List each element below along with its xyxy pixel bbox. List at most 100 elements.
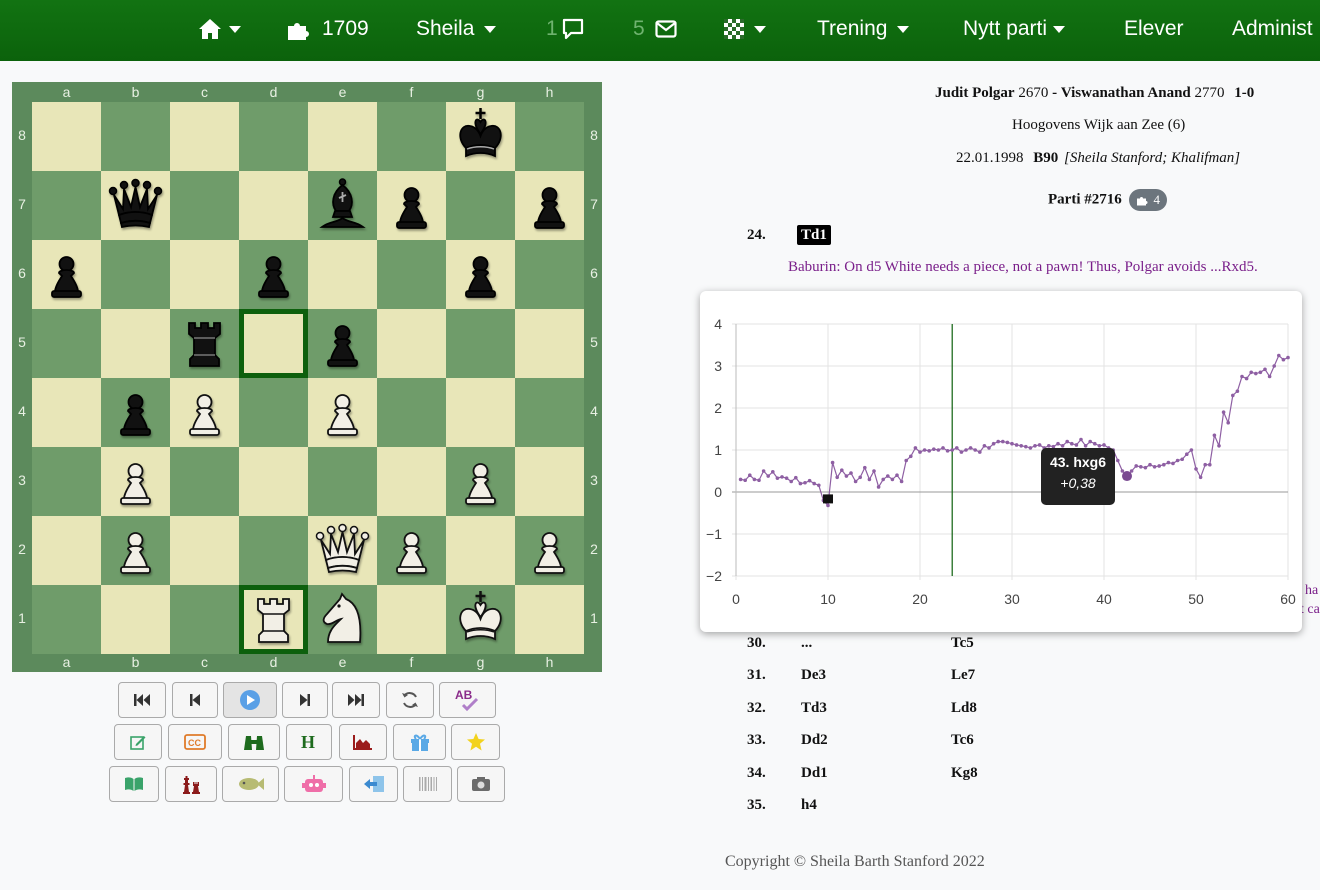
white-move[interactable]: h4 — [801, 797, 817, 814]
white-move[interactable]: Dd2 — [801, 732, 828, 749]
bot-button[interactable] — [284, 766, 343, 802]
screenshot-button[interactable] — [457, 766, 505, 802]
square-a7[interactable] — [32, 171, 101, 240]
square-a1[interactable] — [32, 585, 101, 654]
square-e8[interactable] — [308, 102, 377, 171]
play-button[interactable] — [223, 682, 277, 718]
black-move[interactable]: Tc5 — [951, 635, 974, 652]
new-game-menu[interactable]: Nytt parti — [963, 0, 1066, 58]
black-pawn-icon[interactable] — [32, 240, 101, 309]
import-button[interactable] — [349, 766, 398, 802]
square-a5[interactable] — [32, 309, 101, 378]
black-player[interactable]: Viswanathan Anand — [1061, 85, 1191, 101]
white-pawn-icon[interactable] — [446, 447, 515, 516]
square-f5[interactable] — [377, 309, 446, 378]
captions-button[interactable]: CC — [168, 724, 222, 760]
analyze-button[interactable] — [228, 724, 280, 760]
square-b6[interactable] — [101, 240, 170, 309]
flip-board-button[interactable] — [386, 682, 434, 718]
admin-link[interactable]: Administ — [1232, 0, 1313, 58]
white-pawn-icon[interactable] — [101, 447, 170, 516]
black-move[interactable]: Le7 — [951, 667, 975, 684]
mail-link[interactable]: 5 — [633, 0, 677, 58]
square-e6[interactable] — [308, 240, 377, 309]
square-f6[interactable] — [377, 240, 446, 309]
square-d8[interactable] — [239, 102, 308, 171]
spellcheck-button[interactable]: AB — [439, 682, 496, 718]
white-pawn-icon[interactable] — [515, 516, 584, 585]
black-pawn-icon[interactable] — [101, 378, 170, 447]
square-h1[interactable] — [515, 585, 584, 654]
square-g5[interactable] — [446, 309, 515, 378]
white-move[interactable]: ... — [801, 635, 812, 652]
square-c6[interactable] — [170, 240, 239, 309]
black-queen-icon[interactable] — [101, 171, 170, 240]
engine-button[interactable] — [222, 766, 279, 802]
puzzle-badge[interactable]: 4 — [1129, 189, 1167, 211]
square-h6[interactable] — [515, 240, 584, 309]
pieces-button[interactable] — [165, 766, 217, 802]
square-e3[interactable] — [308, 447, 377, 516]
evaluation-chart[interactable]: 0 10 20 30 40 50 6043210−1−2 — [700, 291, 1302, 632]
evaluation-chart-panel[interactable]: 0 10 20 30 40 50 60 4 3 2 1 0 −1 −2 43. hxg6 +0,38 — [700, 291, 1302, 632]
chess-board[interactable] — [32, 102, 584, 654]
black-rook-icon[interactable] — [170, 309, 239, 378]
barcode-button[interactable] — [403, 766, 452, 802]
black-move[interactable]: Ld8 — [951, 700, 977, 717]
square-f1[interactable] — [377, 585, 446, 654]
white-knight-icon[interactable] — [308, 585, 377, 654]
square-a2[interactable] — [32, 516, 101, 585]
black-pawn-icon[interactable] — [308, 309, 377, 378]
square-f3[interactable] — [377, 447, 446, 516]
white-move[interactable]: De3 — [801, 667, 826, 684]
square-d7[interactable] — [239, 171, 308, 240]
square-c3[interactable] — [170, 447, 239, 516]
square-g4[interactable] — [446, 378, 515, 447]
square-g2[interactable] — [446, 516, 515, 585]
square-f8[interactable] — [377, 102, 446, 171]
gift-button[interactable] — [393, 724, 446, 760]
current-move[interactable]: Td1 — [797, 225, 831, 245]
white-pawn-icon[interactable] — [377, 516, 446, 585]
black-pawn-icon[interactable] — [377, 171, 446, 240]
white-queen-icon[interactable] — [308, 516, 377, 585]
square-a4[interactable] — [32, 378, 101, 447]
white-pawn-icon[interactable] — [170, 378, 239, 447]
square-d2[interactable] — [239, 516, 308, 585]
black-pawn-icon[interactable] — [446, 240, 515, 309]
history-button[interactable]: H — [286, 724, 332, 760]
evaluation-chart-button[interactable] — [339, 724, 387, 760]
puzzle-count-link[interactable]: 1709 — [286, 0, 369, 58]
square-b1[interactable] — [101, 585, 170, 654]
square-c1[interactable] — [170, 585, 239, 654]
square-f4[interactable] — [377, 378, 446, 447]
board-theme-menu[interactable] — [724, 0, 766, 58]
last-move-button[interactable] — [332, 682, 380, 718]
home-menu[interactable] — [198, 0, 241, 58]
square-h3[interactable] — [515, 447, 584, 516]
square-b8[interactable] — [101, 102, 170, 171]
training-menu[interactable]: Trening — [817, 0, 910, 58]
black-bishop-icon[interactable] — [308, 171, 377, 240]
black-pawn-icon[interactable] — [515, 171, 584, 240]
square-d4[interactable] — [239, 378, 308, 447]
square-h5[interactable] — [515, 309, 584, 378]
favorite-button[interactable] — [451, 724, 500, 760]
book-button[interactable] — [109, 766, 159, 802]
black-move[interactable]: Tc6 — [951, 732, 974, 749]
white-move[interactable]: Td3 — [801, 700, 827, 717]
first-move-button[interactable] — [118, 682, 166, 718]
white-pawn-icon[interactable] — [101, 516, 170, 585]
white-player[interactable]: Judit Polgar — [935, 85, 1015, 101]
square-a8[interactable] — [32, 102, 101, 171]
square-g7[interactable] — [446, 171, 515, 240]
black-pawn-icon[interactable] — [239, 240, 308, 309]
edit-button[interactable] — [114, 724, 162, 760]
square-d5[interactable] — [239, 309, 308, 378]
black-move[interactable]: Kg8 — [951, 765, 978, 782]
students-link[interactable]: Elever — [1124, 0, 1184, 58]
white-rook-icon[interactable] — [239, 585, 308, 654]
previous-move-button[interactable] — [172, 682, 218, 718]
square-c7[interactable] — [170, 171, 239, 240]
square-c2[interactable] — [170, 516, 239, 585]
